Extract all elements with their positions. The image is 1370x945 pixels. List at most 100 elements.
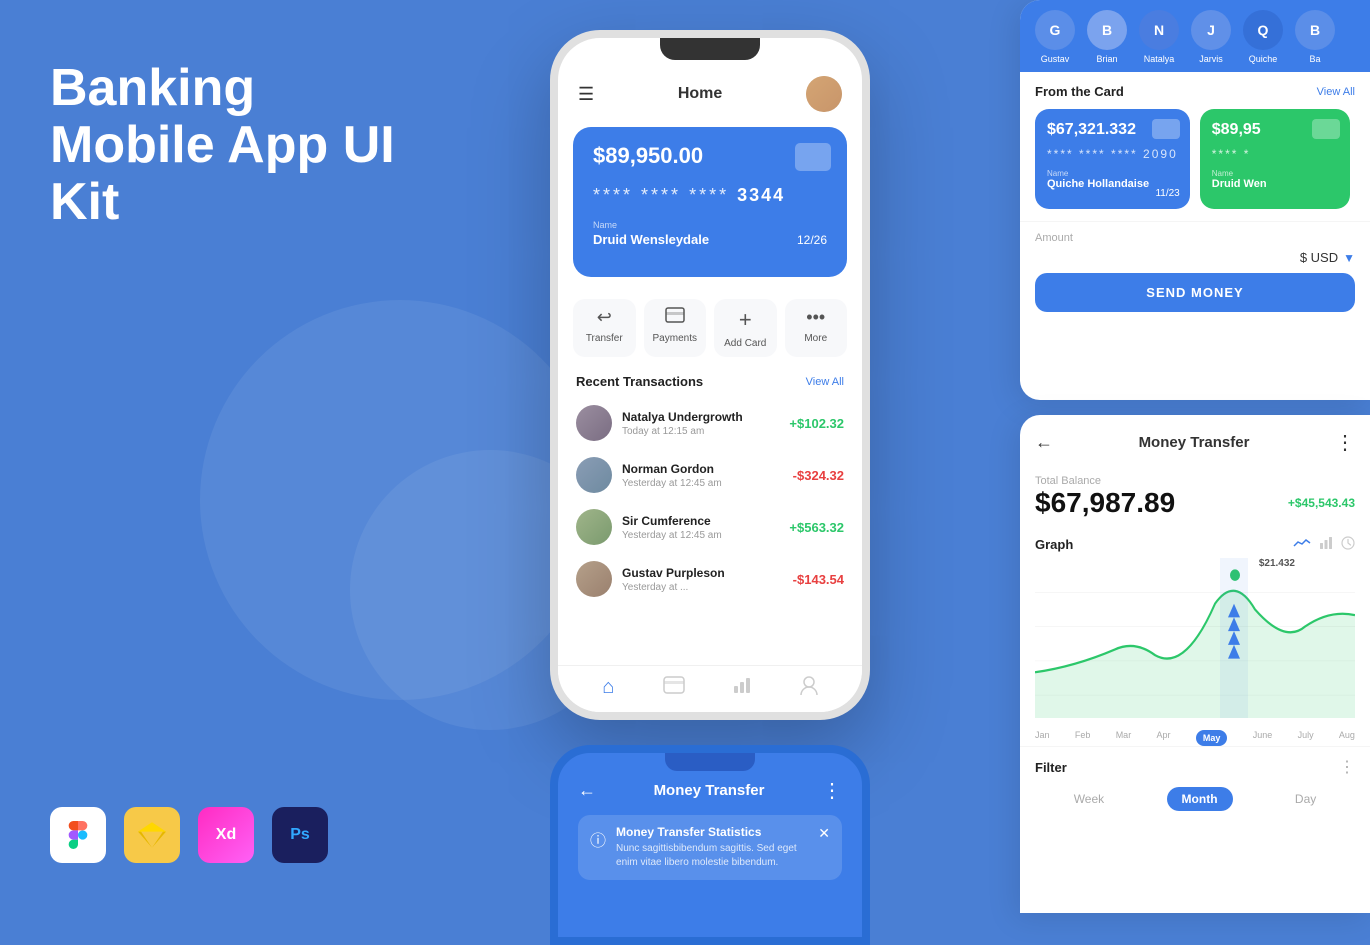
graph-label: Graph (1035, 537, 1073, 552)
graph-controls (1293, 536, 1355, 553)
from-card-title: From the Card (1035, 84, 1124, 99)
transaction-item[interactable]: Norman Gordon Yesterday at 12:45 am -$32… (558, 449, 862, 501)
amount-input-row: $ USD ▼ (1035, 250, 1355, 265)
bottom-screen-title: Money Transfer (654, 782, 765, 799)
transaction-info-1: Norman Gordon Yesterday at 12:45 am (622, 462, 783, 489)
total-balance-label: Total Balance (1035, 475, 1355, 487)
transaction-item[interactable]: Sir Cumference Yesterday at 12:45 am +$5… (558, 501, 862, 553)
nav-stats-icon[interactable] (733, 676, 751, 702)
filter-month-tab[interactable]: Month (1167, 787, 1233, 811)
phone-notch (660, 38, 760, 60)
add-card-action[interactable]: + Add Card (714, 299, 777, 357)
right-panel-send-money: G Gustav B Brian N Natalya J Jarvis Q Qu… (1020, 0, 1370, 400)
figma-icon (50, 807, 106, 863)
recipient-item[interactable]: B Brian (1087, 10, 1127, 64)
recipient-item[interactable]: N Natalya (1139, 10, 1179, 64)
card-number-row: **** **** **** 3344 (593, 185, 827, 206)
transactions-title: Recent Transactions (576, 374, 703, 389)
transfer-action[interactable]: ↩ Transfer (573, 299, 636, 357)
quick-actions-row: ↩ Transfer Payments + Add Card (558, 287, 862, 369)
month-may[interactable]: May (1196, 730, 1228, 746)
graph-header: Graph (1035, 536, 1355, 553)
notification-text: Nunc sagittisbibendum sagittis. Sed eget… (616, 842, 808, 870)
mini-card-chip-0 (1152, 119, 1180, 139)
transfer-balance-section: Total Balance $67,987.89 +$45,543.43 (1020, 470, 1370, 531)
transfer-back-button[interactable]: ← (1035, 432, 1053, 453)
bottom-more-button[interactable]: ⋮ (822, 778, 842, 803)
title-line2: Mobile App UI Kit (50, 116, 395, 231)
nav-card-icon[interactable] (663, 676, 685, 702)
payments-label: Payments (653, 333, 697, 344)
card-holder-name: Druid Wensleydale (593, 232, 709, 247)
graph-section: Graph (1020, 531, 1370, 728)
mini-card-footer-1: Name Druid Wen (1212, 169, 1338, 190)
payments-action[interactable]: Payments (644, 299, 707, 357)
total-balance-row: $67,987.89 +$45,543.43 (1035, 487, 1355, 519)
filter-day-tab[interactable]: Day (1280, 787, 1331, 811)
recipient-avatar-3: J (1191, 10, 1231, 50)
transaction-name-0: Natalya Undergrowth (622, 410, 779, 424)
notification-icon: ⓘ (590, 827, 606, 851)
phone-header: ☰ Home (558, 68, 862, 117)
transaction-amount-1: -$324.32 (793, 468, 844, 483)
transaction-avatar-1 (576, 457, 612, 493)
recipient-item[interactable]: J Jarvis (1191, 10, 1231, 64)
transaction-item[interactable]: Natalya Undergrowth Today at 12:15 am +$… (558, 397, 862, 449)
transaction-name-2: Sir Cumference (622, 514, 779, 528)
recipient-name-2: Natalya (1144, 54, 1175, 64)
tool-icons-row: Xd Ps (50, 807, 328, 863)
transfer-more-button[interactable]: ⋮ (1335, 430, 1355, 455)
recipient-name-5: Ba (1309, 54, 1320, 64)
notification-content: Money Transfer Statistics Nunc sagittisb… (616, 825, 808, 870)
transaction-time-3: Yesterday at ... (622, 582, 783, 593)
transaction-item[interactable]: Gustav Purpleson Yesterday at ... -$143.… (558, 553, 862, 605)
user-avatar[interactable] (806, 76, 842, 112)
phone-bottom-mockup: ← Money Transfer ⋮ ⓘ Money Transfer Stat… (550, 745, 870, 945)
transaction-info-3: Gustav Purpleson Yesterday at ... (622, 566, 783, 593)
notification-close-button[interactable]: ✕ (818, 825, 830, 842)
recipient-item[interactable]: G Gustav (1035, 10, 1075, 64)
title-line1: Banking (50, 59, 255, 117)
nav-profile-icon[interactable] (800, 676, 818, 702)
send-money-button[interactable]: SEND MONEY (1035, 273, 1355, 312)
mini-card-1[interactable]: $89,95 **** * Name Druid Wen (1200, 109, 1350, 209)
bottom-back-button[interactable]: ← (578, 780, 596, 801)
payments-icon (665, 307, 685, 328)
phone-body: ☰ Home $89,950.00 **** **** **** 3344 (550, 30, 870, 720)
mini-card-0[interactable]: $67,321.332 **** **** **** 2090 Name Qui… (1035, 109, 1190, 209)
graph-line-icon[interactable] (1293, 537, 1311, 553)
hamburger-icon[interactable]: ☰ (578, 84, 594, 105)
recipient-item[interactable]: B Ba (1295, 10, 1335, 64)
transactions-view-all[interactable]: View All (806, 376, 844, 388)
recipient-avatar-0: G (1035, 10, 1075, 50)
filter-week-tab[interactable]: Week (1059, 787, 1119, 811)
filter-tabs: Week Month Day (1020, 782, 1370, 816)
transaction-time-1: Yesterday at 12:45 am (622, 478, 783, 489)
card-name-label: Name (593, 220, 709, 230)
month-jan: Jan (1035, 730, 1050, 746)
transactions-header: Recent Transactions View All (558, 369, 862, 397)
cards-scroll: $67,321.332 **** **** **** 2090 Name Qui… (1035, 109, 1355, 209)
chart-container: $21.432 (1035, 558, 1355, 723)
amount-section: Amount $ USD ▼ SEND MONEY (1020, 221, 1370, 322)
transaction-amount-0: +$102.32 (789, 416, 844, 431)
amount-label: Amount (1035, 232, 1355, 244)
month-july: July (1298, 730, 1314, 746)
transaction-avatar-0 (576, 405, 612, 441)
transaction-time-0: Today at 12:15 am (622, 426, 779, 437)
recipients-row: G Gustav B Brian N Natalya J Jarvis Q Qu… (1020, 0, 1370, 72)
filter-icon[interactable]: ⋮ (1339, 757, 1355, 777)
filter-section: Filter ⋮ (1020, 746, 1370, 782)
nav-home-icon[interactable]: ⌂ (602, 676, 614, 702)
recipient-avatar-1: B (1087, 10, 1127, 50)
credit-card[interactable]: $89,950.00 **** **** **** 3344 Name Drui… (573, 127, 847, 277)
graph-bar-icon[interactable] (1319, 536, 1333, 553)
graph-clock-icon[interactable] (1341, 536, 1355, 553)
month-mar: Mar (1116, 730, 1132, 746)
recipient-item[interactable]: Q Quiche (1243, 10, 1283, 64)
recipient-avatar-5: B (1295, 10, 1335, 50)
from-card-view-all[interactable]: View All (1317, 86, 1355, 98)
phone-bottom-content: ← Money Transfer ⋮ ⓘ Money Transfer Stat… (558, 753, 862, 880)
more-action[interactable]: ••• More (785, 299, 848, 357)
ps-icon: Ps (272, 807, 328, 863)
